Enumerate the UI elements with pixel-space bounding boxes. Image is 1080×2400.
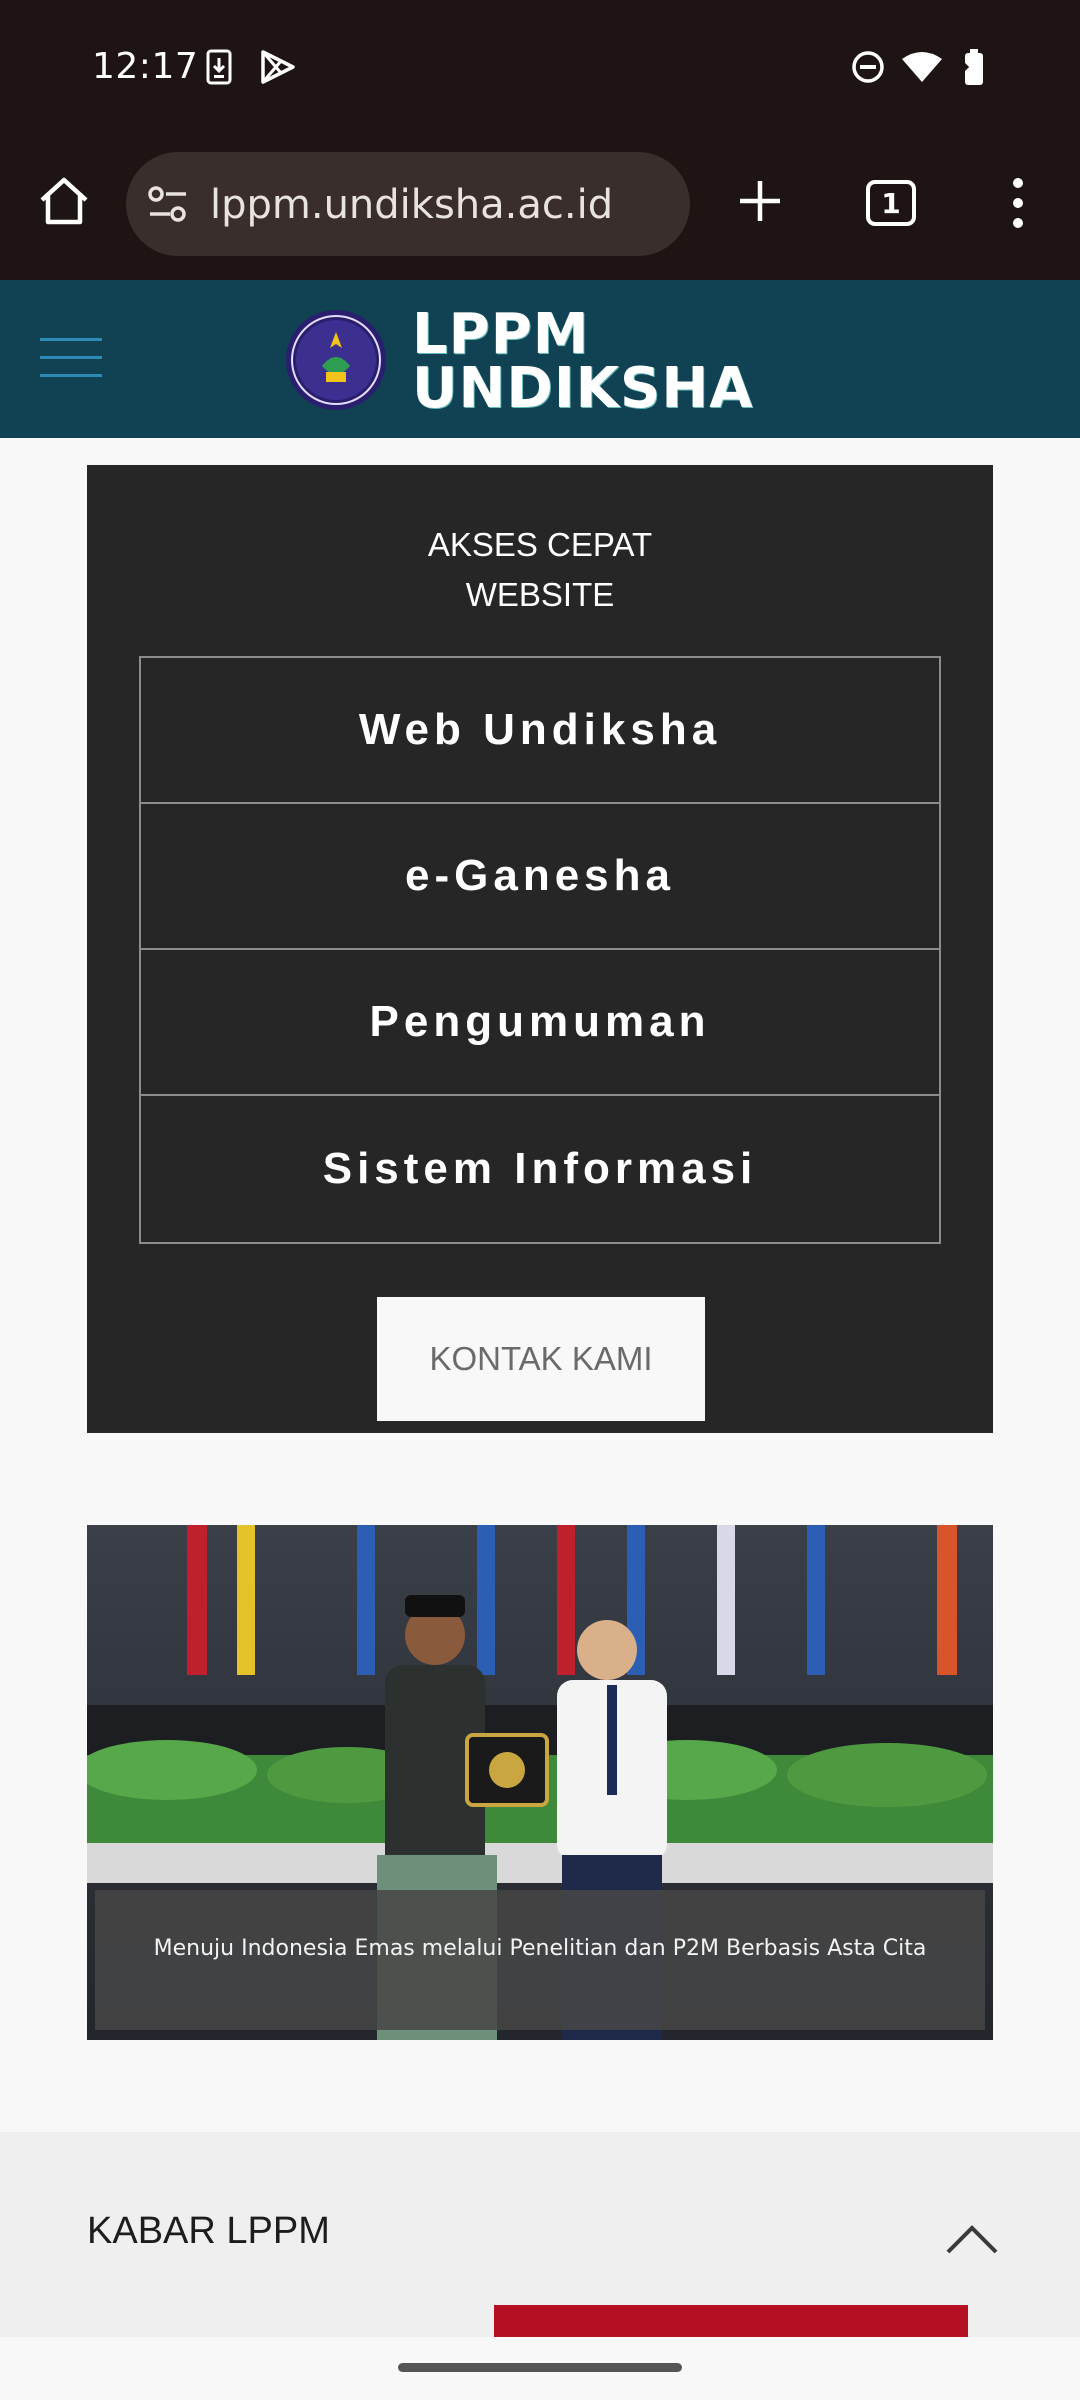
quick-link-sistem-informasi[interactable]: Sistem Informasi (141, 1096, 939, 1242)
quick-access-title-line2: WEBSITE (465, 576, 615, 613)
gesture-handle[interactable] (398, 2363, 682, 2372)
news-section: KABAR LPPM (0, 2132, 1080, 2345)
address-bar[interactable]: lppm.undiksha.ac.id (126, 152, 690, 256)
more-vert-icon[interactable] (1000, 171, 1036, 235)
logo-line-1: LPPM (412, 302, 590, 367)
download-icon (205, 48, 233, 86)
dnd-icon (850, 48, 886, 86)
scroll-to-top-button[interactable] (912, 2190, 1032, 2290)
navigation-gesture-area (0, 2337, 1080, 2400)
play-store-icon (258, 48, 298, 86)
chevron-up-icon (946, 2225, 998, 2254)
new-tab-icon[interactable] (730, 171, 790, 231)
wifi-icon (900, 48, 944, 86)
hero-slide[interactable]: Menuju Indonesia Emas melalui Penelitian… (87, 1525, 993, 2040)
quick-access-links: Web Undiksha e-Ganesha Pengumuman Sistem… (139, 656, 941, 1244)
home-icon[interactable] (34, 171, 94, 231)
tab-switcher-button[interactable]: 1 (866, 180, 916, 226)
undiksha-seal-logo[interactable] (284, 308, 388, 412)
quick-link-pengumuman[interactable]: Pengumuman (141, 950, 939, 1096)
slide-caption: Menuju Indonesia Emas melalui Penelitian… (153, 1936, 927, 1961)
quick-access-title: AKSES CEPAT WEBSITE (87, 520, 993, 620)
contact-us-button[interactable]: KONTAK KAMI (377, 1297, 705, 1421)
quick-link-e-ganesha[interactable]: e-Ganesha (141, 804, 939, 950)
quick-access-title-line1: AKSES CEPAT (427, 526, 653, 563)
slide-caption-overlay: Menuju Indonesia Emas melalui Penelitian… (95, 1890, 985, 2030)
url-text: lppm.undiksha.ac.id (210, 182, 614, 228)
quick-access-panel: AKSES CEPAT WEBSITE Web Undiksha e-Ganes… (87, 465, 993, 1433)
status-bar: 12:17 (0, 0, 1080, 135)
logo-line-2: UNDIKSHA (412, 356, 754, 421)
browser-toolbar: lppm.undiksha.ac.id 1 (0, 135, 1080, 280)
quick-link-web-undiksha[interactable]: Web Undiksha (141, 658, 939, 804)
status-time: 12:17 (92, 46, 199, 87)
battery-icon (956, 48, 992, 86)
news-section-title: KABAR LPPM (87, 2210, 330, 2252)
site-logo-text[interactable]: LPPM UNDIKSHA (412, 302, 754, 421)
site-settings-icon[interactable] (146, 184, 190, 224)
hamburger-icon[interactable] (40, 332, 102, 382)
site-header: LPPM UNDIKSHA (0, 280, 1080, 438)
